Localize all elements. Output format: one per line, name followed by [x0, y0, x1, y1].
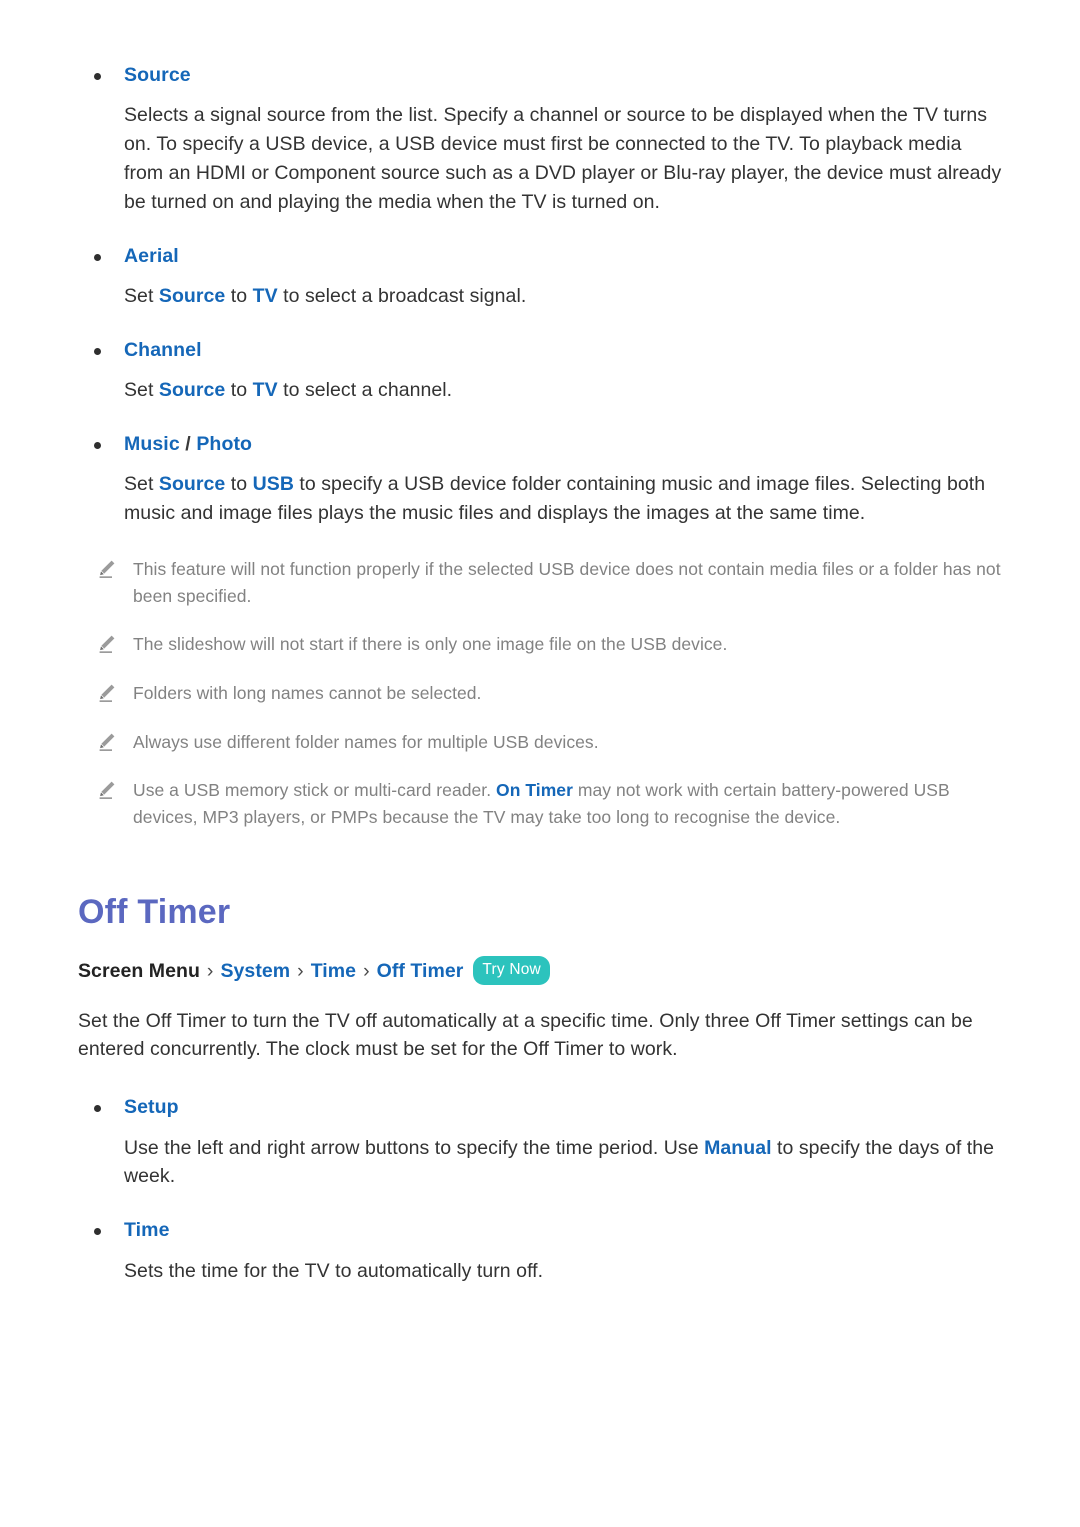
note-item: Always use different folder names for mu…	[78, 729, 1002, 756]
inline-link-usb[interactable]: USB	[253, 473, 294, 495]
list-item-channel: Channel	[78, 337, 1002, 363]
text-fragment: to	[225, 473, 253, 496]
inline-link-source[interactable]: Source	[159, 285, 225, 307]
bullet-dot-icon	[94, 73, 101, 80]
note-text: Use a USB memory stick or multi-card rea…	[133, 777, 1002, 830]
music-photo-description: Set Source to USB to specify a USB devic…	[124, 470, 1002, 528]
list-item-label: Aerial	[124, 244, 179, 267]
inline-link-source[interactable]: Source	[159, 473, 225, 495]
breadcrumb-item-off-timer[interactable]: Off Timer	[377, 960, 464, 983]
off-timer-intro: Set the Off Timer to turn the TV off aut…	[78, 1009, 973, 1061]
list-item-label: Music / Photo	[124, 431, 1002, 457]
breadcrumb-separator: ›	[297, 959, 304, 982]
inline-link-manual[interactable]: Manual	[704, 1137, 771, 1159]
label-separator: /	[179, 433, 197, 456]
list-item-music-photo: Music / Photo	[78, 431, 1002, 457]
bullet-dot-icon	[94, 253, 101, 261]
pencil-icon	[96, 779, 118, 801]
inline-link-tv[interactable]: TV	[253, 379, 278, 401]
list-item-label: Source	[124, 64, 191, 86]
text-fragment: to select a broadcast signal.	[277, 285, 527, 308]
try-now-badge[interactable]: Try Now	[473, 956, 550, 985]
inline-link-tv[interactable]: TV	[253, 285, 278, 307]
list-item-label: Setup	[124, 1096, 179, 1119]
text-fragment: Use the left and right arrow buttons to …	[124, 1136, 705, 1159]
text-fragment: Set	[124, 285, 159, 308]
breadcrumb: Screen Menu › System › Time › Off Timer …	[78, 956, 1002, 986]
list-item-aerial: Aerial	[78, 243, 1002, 269]
inline-link-source[interactable]: Source	[159, 379, 225, 401]
note-item: The slideshow will not start if there is…	[78, 631, 1002, 658]
pencil-icon	[96, 558, 118, 580]
list-item-label: Channel	[124, 338, 202, 361]
text-fragment: to	[225, 379, 253, 402]
text-fragment: Set	[124, 379, 159, 402]
source-description: Selects a signal source from the list. S…	[124, 104, 1002, 213]
list-item-source: Source	[78, 62, 1002, 88]
bullet-dot-icon	[94, 347, 101, 355]
bullet-dot-icon	[94, 1228, 101, 1236]
text-fragment: Use a USB memory stick or multi-card rea…	[133, 780, 497, 801]
note-text: Always use different folder names for mu…	[133, 731, 599, 752]
page-title: Off Timer	[78, 893, 231, 932]
note-text: Folders with long names cannot be select…	[133, 682, 482, 703]
bullet-dot-icon	[94, 1105, 101, 1113]
channel-description: Set Source to TV to select a channel.	[124, 376, 1002, 405]
inline-link-on-timer[interactable]: On Timer	[496, 780, 573, 800]
note-text: This feature will not function properly …	[133, 559, 1001, 606]
text-fragment: to	[225, 285, 253, 308]
text-fragment: to select a channel.	[277, 379, 453, 402]
breadcrumb-separator: ›	[206, 959, 214, 982]
notes-list: This feature will not function properly …	[78, 556, 1002, 830]
text-fragment: Set	[124, 473, 159, 496]
label-music: Music	[124, 433, 180, 456]
pencil-icon	[96, 731, 118, 753]
bullet-dot-icon	[94, 442, 101, 450]
note-item: This feature will not function properly …	[78, 556, 1002, 609]
list-item-time: Time	[78, 1217, 1002, 1243]
breadcrumb-item-system[interactable]: System	[220, 960, 290, 983]
note-text: The slideshow will not start if there is…	[133, 634, 728, 655]
note-item: Use a USB memory stick or multi-card rea…	[78, 777, 1002, 830]
list-item-label: Time	[124, 1219, 170, 1242]
note-item: Folders with long names cannot be select…	[78, 680, 1002, 707]
breadcrumb-separator: ›	[363, 959, 370, 982]
label-photo: Photo	[196, 433, 253, 456]
breadcrumb-item-time[interactable]: Time	[311, 960, 356, 983]
setup-description: Use the left and right arrow buttons to …	[124, 1134, 1002, 1192]
time-description: Sets the time for the TV to automaticall…	[124, 1259, 544, 1282]
aerial-description: Set Source to TV to select a broadcast s…	[124, 282, 1002, 311]
pencil-icon	[96, 682, 118, 704]
list-item-setup: Setup	[78, 1094, 1002, 1120]
document-page: Source Selects a signal source from the …	[0, 0, 1080, 1527]
breadcrumb-root: Screen Menu	[78, 959, 200, 982]
pencil-icon	[96, 633, 118, 655]
